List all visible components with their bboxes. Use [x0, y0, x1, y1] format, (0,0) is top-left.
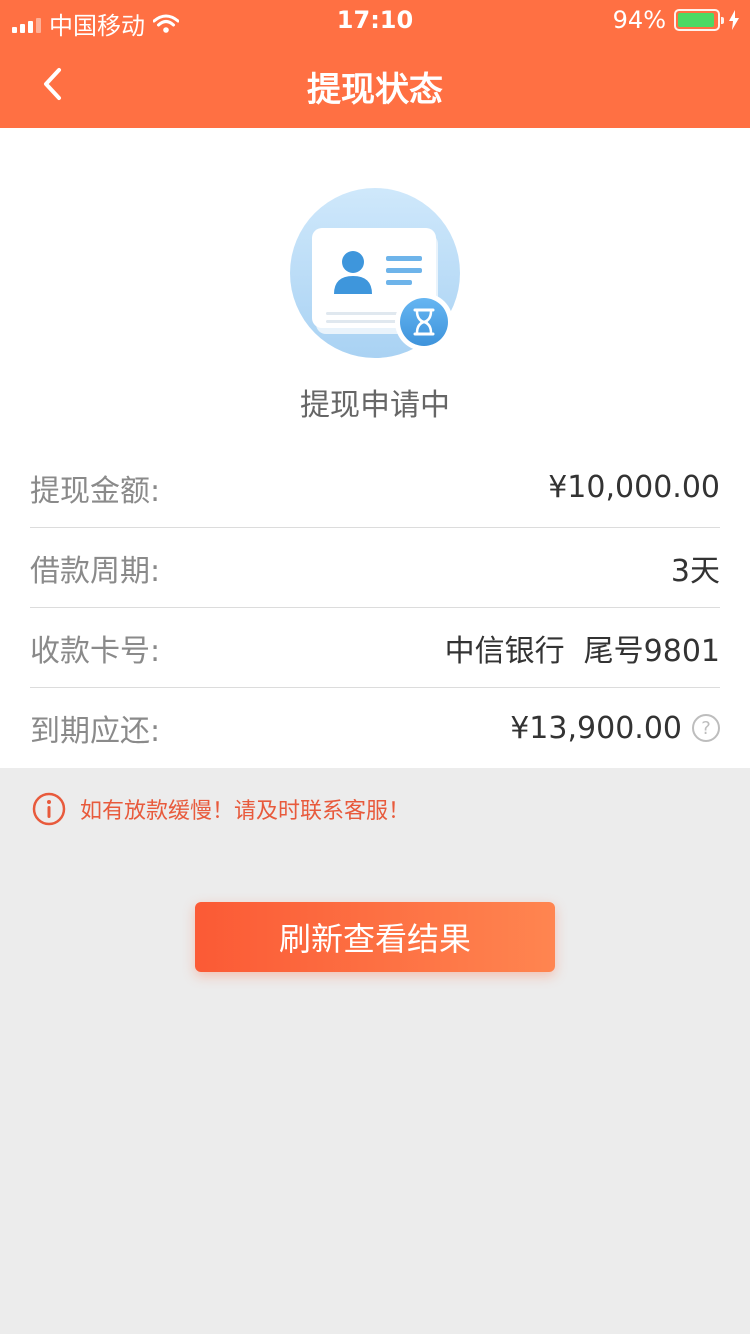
- id-card-hourglass-icon: [290, 188, 460, 358]
- status-right: 94%: [613, 6, 740, 34]
- notice-text: 如有放款缓慢！请及时联系客服！: [80, 799, 411, 824]
- battery-icon: [674, 9, 724, 31]
- card-value: 中信银行 尾号9801: [444, 633, 720, 669]
- detail-row-card: 收款卡号: 中信银行 尾号9801: [30, 608, 720, 688]
- detail-row-amount: 提现金额: ¥10,000.00: [30, 448, 720, 528]
- detail-label: 收款卡号:: [30, 633, 161, 669]
- battery-percent: 94%: [612, 6, 666, 34]
- detail-value: ¥10,000.00: [548, 470, 720, 505]
- detail-value: 3天: [671, 546, 720, 590]
- withdraw-status-card: 提现申请中 提现金额: ¥10,000.00 借款周期: 3天 收款卡号: 中信…: [0, 128, 750, 768]
- top-bar: 中国移动 17:10 94% 提现状态: [0, 0, 750, 128]
- refresh-button[interactable]: 刷新查看结果: [195, 902, 555, 972]
- question-icon[interactable]: ?: [692, 714, 720, 742]
- status-text: 提现申请中: [300, 388, 450, 423]
- detail-row-period: 借款周期: 3天: [30, 528, 720, 608]
- detail-label: 提现金额:: [30, 473, 161, 509]
- detail-value: 中信银行 尾号9801: [445, 626, 720, 670]
- amount-value: ¥10,000.00: [548, 470, 720, 505]
- notice-banner: 如有放款缓慢！请及时联系客服！: [32, 792, 410, 826]
- status-bar: 中国移动 17:10 94%: [0, 0, 750, 40]
- nav-bar: 提现状态: [0, 40, 750, 128]
- detail-list: 提现金额: ¥10,000.00 借款周期: 3天 收款卡号: 中信银行 尾号9…: [30, 448, 720, 768]
- battery-level: [678, 13, 714, 27]
- page-title: 提现状态: [307, 70, 443, 110]
- detail-row-due: 到期应还: ¥13,900.00 ?: [30, 688, 720, 768]
- period-value: 3天: [670, 553, 720, 589]
- due-value: ¥13,900.00: [510, 710, 682, 746]
- detail-label: 到期应还:: [30, 714, 161, 749]
- charging-icon: [729, 10, 739, 30]
- detail-label: 借款周期:: [30, 553, 161, 589]
- detail-value: ¥13,900.00 ?: [510, 711, 720, 746]
- info-icon: [32, 792, 66, 826]
